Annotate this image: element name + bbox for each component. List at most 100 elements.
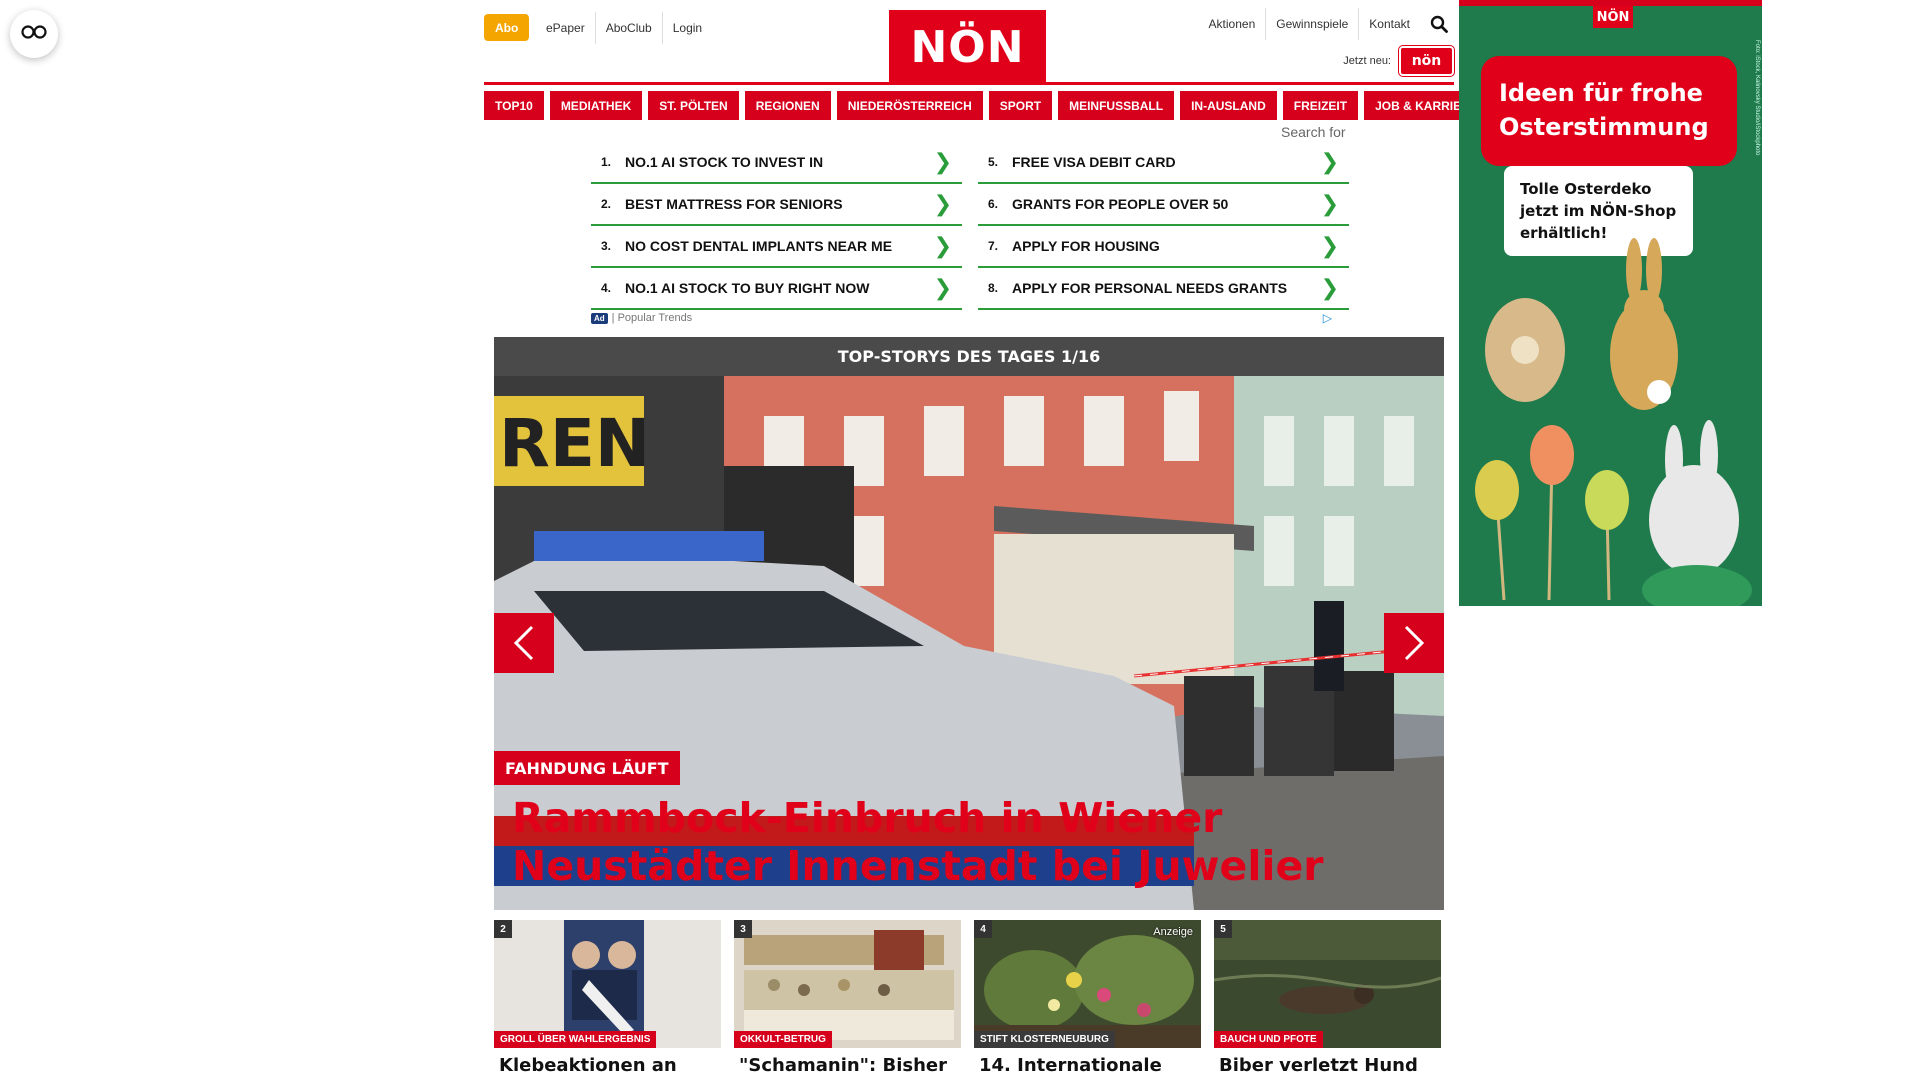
- epaper-link[interactable]: ePaper: [536, 12, 595, 44]
- right-links: Aktionen Gewinnspiele Kontakt: [1199, 8, 1454, 40]
- ad-link[interactable]: 2. BEST MATTRESS FOR SENIORS ❯: [591, 184, 962, 226]
- ad-link-num: 6.: [988, 197, 999, 211]
- teaser-kicker: STIFT KLOSTERNEUBURG: [974, 1031, 1115, 1048]
- teaser-card[interactable]: 3 OKKULT-BETRUG "Schamanin": Bisher 13 G…: [734, 920, 961, 1080]
- ad-link-num: 2.: [601, 197, 612, 211]
- teaser-card[interactable]: 4 Anzeige STIFT KLOSTERNEUBURG 14. Inter…: [974, 920, 1201, 1080]
- ad-link[interactable]: 6. GRANTS FOR PEOPLE OVER 50 ❯: [978, 184, 1349, 226]
- accessibility-button[interactable]: [10, 10, 58, 58]
- ad-link[interactable]: 3. NO COST DENTAL IMPLANTS NEAR ME ❯: [591, 226, 962, 268]
- teaser-kicker: OKKULT-BETRUG: [734, 1031, 832, 1048]
- login-link[interactable]: Login: [661, 12, 712, 44]
- glasses-icon: [21, 24, 47, 44]
- nav-item-top10[interactable]: TOP10: [484, 91, 544, 120]
- aktionen-link[interactable]: Aktionen: [1199, 8, 1266, 40]
- teaser-image: 4 Anzeige STIFT KLOSTERNEUBURG: [974, 920, 1201, 1048]
- chevron-right-icon: ❯: [933, 191, 952, 217]
- chevron-right-icon: ❯: [1320, 191, 1339, 217]
- hero-kicker: FAHNDUNG LÄUFT: [494, 751, 680, 785]
- ad-link[interactable]: 5. FREE VISA DEBIT CARD ❯: [978, 142, 1349, 184]
- search-icon[interactable]: [1424, 10, 1454, 38]
- ad-link-num: 5.: [988, 155, 999, 169]
- chevron-right-icon: ❯: [933, 149, 952, 175]
- teaser-title[interactable]: "Schamanin": Bisher 13 Geschädigte, Poli…: [734, 1048, 961, 1080]
- hero-title[interactable]: Rammbock-Einbruch in Wiener Neustädter I…: [512, 794, 1432, 890]
- ad-link-text: FREE VISA DEBIT CARD: [1012, 154, 1176, 170]
- nav-item-meinfussball[interactable]: MEINFUSSBALL: [1058, 91, 1175, 120]
- ad-badge: Ad: [591, 312, 608, 324]
- nav-item-niederoesterreich[interactable]: NIEDERÖSTERREICH: [836, 91, 983, 120]
- teaser-number: 4: [974, 920, 992, 938]
- aboclub-link[interactable]: AboClub: [594, 12, 662, 44]
- teaser-image: 2 GROLL ÜBER WAHLERGEBNIS: [494, 920, 721, 1048]
- ad-link-text: GRANTS FOR PEOPLE OVER 50: [1012, 196, 1229, 212]
- teaser-card[interactable]: 5 BAUCH UND PFOTE Biber verletzt Hund au…: [1214, 920, 1441, 1080]
- teaser-kicker: BAUCH UND PFOTE: [1214, 1031, 1323, 1048]
- teaser-number: 3: [734, 920, 752, 938]
- nav-item-st-poelten[interactable]: ST. PÖLTEN: [648, 91, 739, 120]
- teaser-title[interactable]: 14. Internationale Orchideenausstellung: [974, 1048, 1201, 1080]
- ad-link-num: 3.: [601, 239, 612, 253]
- nav-item-sport[interactable]: SPORT: [988, 91, 1053, 120]
- jetzt-neu-label: Jetzt neu:: [1343, 55, 1391, 67]
- adchoices-icon[interactable]: ▷: [1323, 311, 1332, 325]
- ad-search-for: Search for: [1281, 124, 1346, 140]
- ad-footer: Ad | Popular Trends ▷: [591, 311, 1332, 325]
- abo-button[interactable]: Abo: [484, 14, 530, 41]
- teaser-number: 2: [494, 920, 512, 938]
- nav-item-regionen[interactable]: REGIONEN: [744, 91, 831, 120]
- jetzt-neu-logo[interactable]: nön: [1399, 46, 1454, 76]
- chevron-right-icon: ❯: [933, 275, 952, 301]
- teaser-title[interactable]: Biber verletzt Hund auf Klosterneuburger: [1214, 1048, 1441, 1080]
- carousel-prev-button[interactable]: [494, 613, 554, 673]
- story-teasers: 2 GROLL ÜBER WAHLERGEBNIS Klebeaktionen …: [494, 920, 1444, 1080]
- gewinnspiele-link[interactable]: Gewinnspiele: [1265, 8, 1358, 40]
- main-nav: TOP10 MEDIATHEK ST. PÖLTEN REGIONEN NIED…: [484, 91, 1489, 120]
- teaser-card[interactable]: 2 GROLL ÜBER WAHLERGEBNIS Klebeaktionen …: [494, 920, 721, 1080]
- ad-link-num: 8.: [988, 281, 999, 295]
- ad-link-text: NO.1 AI STOCK TO BUY RIGHT NOW: [625, 280, 870, 296]
- ad-card-text: Tolle Osterdeko jetzt im NÖN-Shop erhält…: [1504, 166, 1693, 256]
- nav-item-mediathek[interactable]: MEDIATHEK: [549, 91, 643, 120]
- svg-text:REN: REN: [499, 405, 650, 482]
- teaser-title[interactable]: Klebeaktionen an Bauernbundplakaten in: [494, 1048, 721, 1080]
- ad-link[interactable]: 8. APPLY FOR PERSONAL NEEDS GRANTS ❯: [978, 268, 1349, 310]
- chevron-right-icon: [1403, 625, 1425, 661]
- ad-search-links: 1. NO.1 AI STOCK TO INVEST IN ❯ 5. FREE VIS…: [591, 142, 1349, 310]
- ad-link-text: BEST MATTRESS FOR SENIORS: [625, 196, 843, 212]
- header-divider: [484, 82, 1454, 85]
- chevron-left-icon: [513, 625, 535, 661]
- ad-link-text: APPLY FOR HOUSING: [1012, 238, 1160, 254]
- kontakt-link[interactable]: Kontakt: [1358, 8, 1420, 40]
- teaser-kicker: GROLL ÜBER WAHLERGEBNIS: [494, 1031, 657, 1048]
- chevron-right-icon: ❯: [1320, 233, 1339, 259]
- teaser-image: 3 OKKULT-BETRUG: [734, 920, 961, 1048]
- ad-photo-credit: Foto: iStock, Kalinovsky Studio/iStockph…: [1754, 40, 1760, 156]
- hero-story[interactable]: REN FAHNDUNG LÄUFT Rammbock-Einbruch in …: [494, 376, 1444, 910]
- ad-link-num: 7.: [988, 239, 999, 253]
- teaser-anzeige-label: Anzeige: [1153, 926, 1193, 938]
- ad-link-text: NO.1 AI STOCK TO INVEST IN: [625, 154, 824, 170]
- ad-link-text: APPLY FOR PERSONAL NEEDS GRANTS: [1012, 280, 1288, 296]
- sidebar-ad-banner[interactable]: NÖN Foto: iStock, Kalinovsky Studio/iSto…: [1459, 0, 1762, 606]
- ad-link-text: NO COST DENTAL IMPLANTS NEAR ME: [625, 238, 893, 254]
- ad-link[interactable]: 7. APPLY FOR HOUSING ❯: [978, 226, 1349, 268]
- nav-item-freizeit[interactable]: FREIZEIT: [1282, 91, 1359, 120]
- ad-footer-text: | Popular Trends: [611, 312, 693, 324]
- ad-headline: Ideen für frohe Osterstimmung: [1481, 56, 1737, 166]
- ad-link[interactable]: 1. NO.1 AI STOCK TO INVEST IN ❯: [591, 142, 962, 184]
- nav-item-in-ausland[interactable]: IN-AUSLAND: [1180, 91, 1277, 120]
- page-content: Abo ePaper AboClub Login NÖN Aktionen Ge…: [484, 0, 1489, 1080]
- chevron-right-icon: ❯: [933, 233, 952, 259]
- ad-logo: NÖN: [1593, 6, 1633, 28]
- ad-link-num: 1.: [601, 155, 612, 169]
- ad-link-num: 4.: [601, 281, 612, 295]
- ad-link[interactable]: 4. NO.1 AI STOCK TO BUY RIGHT NOW ❯: [591, 268, 962, 310]
- site-header: Abo ePaper AboClub Login NÖN Aktionen Ge…: [484, 0, 1454, 86]
- chevron-right-icon: ❯: [1320, 275, 1339, 301]
- chevron-right-icon: ❯: [1320, 149, 1339, 175]
- site-logo[interactable]: NÖN: [889, 10, 1046, 84]
- top-links: ePaper AboClub Login: [536, 12, 712, 44]
- jetzt-neu: Jetzt neu: nön: [1343, 46, 1454, 76]
- carousel-next-button[interactable]: [1384, 613, 1444, 673]
